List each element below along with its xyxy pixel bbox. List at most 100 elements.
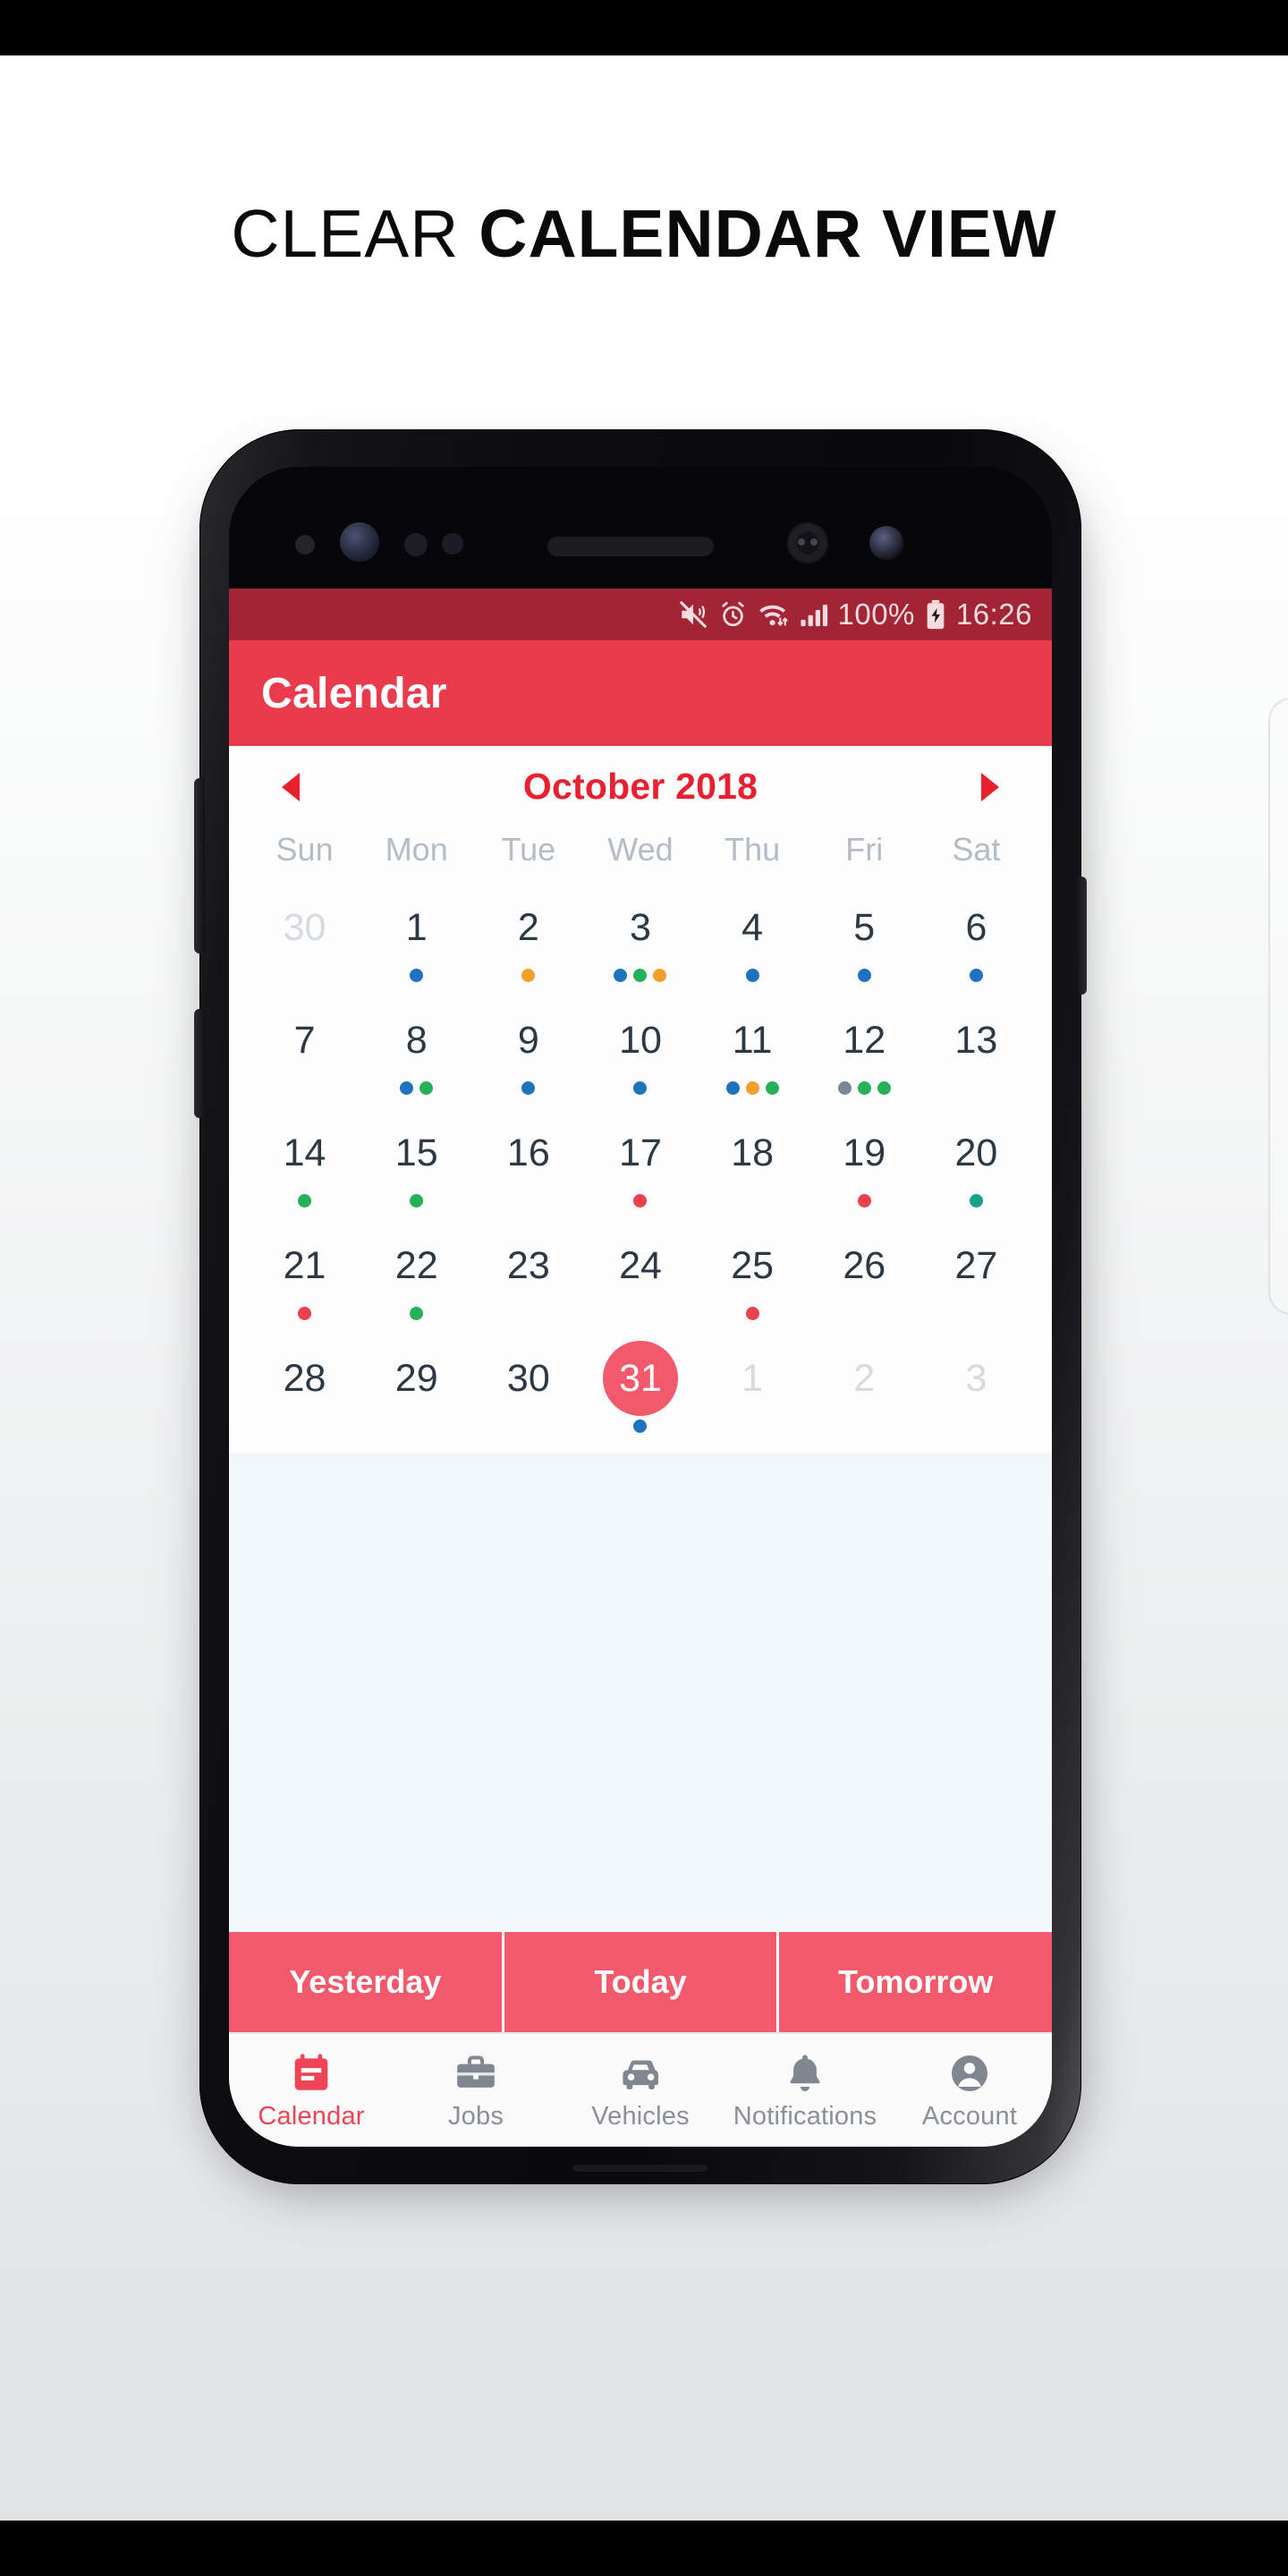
today-button[interactable]: Today — [504, 1932, 780, 2032]
day-cell[interactable]: 20 — [920, 1106, 1032, 1216]
nav-label-calendar: Calendar — [258, 2101, 365, 2131]
nav-item-notifications[interactable]: Notifications — [723, 2034, 887, 2147]
nav-item-account[interactable]: Account — [887, 2034, 1052, 2147]
event-dot-green — [410, 1193, 424, 1208]
day-cell[interactable]: 12 — [809, 994, 920, 1103]
volume-button[interactable] — [194, 778, 205, 953]
day-cell[interactable]: 10 — [584, 994, 696, 1103]
day-number: 16 — [506, 1131, 550, 1174]
day-cell[interactable]: 14 — [249, 1106, 360, 1216]
day-cell[interactable]: 21 — [249, 1219, 360, 1328]
day-number: 3 — [965, 1356, 987, 1400]
tomorrow-button[interactable]: Tomorrow — [779, 1932, 1052, 2032]
day-cell[interactable]: 11 — [697, 994, 809, 1103]
day-cell[interactable]: 7 — [249, 994, 360, 1103]
nav-item-calendar[interactable]: Calendar — [229, 2034, 394, 2147]
day-number: 5 — [853, 905, 876, 949]
event-dots — [969, 967, 983, 983]
event-dot-green — [419, 1080, 434, 1095]
event-dot-blue — [857, 968, 871, 982]
event-dot-red — [298, 1306, 312, 1320]
day-cell[interactable]: 30 — [249, 881, 360, 990]
event-dot-green — [633, 968, 648, 982]
event-dots — [400, 1080, 434, 1096]
event-dot-blue — [969, 968, 983, 982]
day-cell[interactable]: 19 — [809, 1106, 920, 1216]
day-cell[interactable]: 17 — [584, 1106, 696, 1216]
prev-month-button[interactable] — [270, 767, 311, 808]
day-cell[interactable]: 27 — [920, 1219, 1032, 1328]
day-cell[interactable]: 31 — [584, 1332, 696, 1441]
event-dot-orange — [521, 968, 536, 982]
day-cell[interactable]: 30 — [472, 1332, 584, 1441]
day-cell[interactable]: 4 — [697, 881, 809, 990]
day-cell[interactable]: 28 — [249, 1332, 360, 1441]
day-cell[interactable]: 15 — [360, 1106, 472, 1216]
page-title-bold: CALENDAR VIEW — [479, 196, 1057, 271]
status-bar: 100% 16:26 — [229, 589, 1052, 640]
weekday-label-fri: Fri — [845, 831, 884, 868]
day-number: 3 — [630, 905, 651, 949]
event-dot-blue — [725, 1080, 740, 1095]
day-cell[interactable]: 22 — [360, 1219, 472, 1328]
event-dots — [298, 1192, 312, 1208]
calendar-icon — [289, 2050, 334, 2097]
event-dot-green — [298, 1193, 312, 1208]
front-camera-icon — [869, 526, 903, 560]
event-dots — [410, 1192, 424, 1208]
day-cell[interactable]: 6 — [920, 881, 1032, 990]
iris-sensor-icon — [340, 522, 379, 562]
day-cell[interactable]: 29 — [360, 1332, 472, 1441]
day-number: 30 — [283, 905, 326, 949]
day-cell[interactable]: 23 — [472, 1219, 584, 1328]
day-cell[interactable]: 3 — [584, 881, 696, 990]
event-dot-green — [877, 1080, 891, 1095]
event-dot-blue — [745, 968, 759, 982]
next-month-button[interactable] — [970, 767, 1011, 808]
event-dots — [633, 1080, 648, 1096]
day-number: 29 — [394, 1356, 438, 1400]
event-dots — [633, 1192, 648, 1208]
day-number: 6 — [965, 905, 987, 949]
nav-item-jobs[interactable]: Jobs — [394, 2034, 558, 2147]
power-button[interactable] — [1076, 877, 1087, 995]
calendar-days-grid: 30 1 2 3 4 5 6 7 8 9 10 11 12 13 14 15 16 17 18 19 20 21 22 23 2… — [229, 876, 1052, 1445]
event-dot-blue — [410, 968, 424, 982]
event-dot-blue — [633, 1080, 648, 1095]
day-cell[interactable]: 2 — [472, 881, 584, 990]
day-number: 1 — [405, 905, 428, 949]
day-cell[interactable]: 1 — [360, 881, 472, 990]
day-cell[interactable]: 18 — [697, 1106, 809, 1216]
event-dot-red — [857, 1193, 871, 1208]
day-cell[interactable]: 1 — [697, 1332, 809, 1441]
nav-label-notifications: Notifications — [733, 2101, 877, 2131]
day-number: 26 — [843, 1243, 886, 1287]
sensor-icon — [442, 533, 463, 555]
event-dot-green — [857, 1080, 871, 1095]
account-icon — [947, 2050, 992, 2097]
day-cell[interactable]: 26 — [809, 1219, 920, 1328]
calendar-widget: October 2018 Sun Mon Tue Wed Thu Fri Sat 30 1 2 3… — [229, 746, 1052, 1453]
day-cell[interactable]: 2 — [809, 1332, 920, 1441]
day-cell[interactable]: 16 — [472, 1106, 584, 1216]
phone-mockup: 100% 16:26 Calendar October 2018 Sun Mon… — [183, 429, 1105, 2209]
bixby-button[interactable] — [194, 1009, 205, 1118]
event-dots — [837, 1080, 891, 1096]
day-number: 28 — [283, 1356, 326, 1400]
phone-screen: 100% 16:26 Calendar October 2018 Sun Mon… — [229, 467, 1052, 2147]
yesterday-button[interactable]: Yesterday — [229, 1932, 504, 2032]
event-dot-red — [633, 1193, 648, 1208]
day-cell[interactable]: 24 — [584, 1219, 696, 1328]
event-dots — [745, 967, 759, 983]
day-cell[interactable]: 3 — [920, 1332, 1032, 1441]
event-dots — [969, 1192, 983, 1208]
day-cell[interactable]: 13 — [920, 994, 1032, 1103]
day-cell[interactable]: 8 — [360, 994, 472, 1103]
day-cell[interactable]: 25 — [697, 1219, 809, 1328]
alarm-icon — [718, 600, 748, 630]
event-dots — [614, 967, 667, 983]
day-cell[interactable]: 5 — [809, 881, 920, 990]
day-cell[interactable]: 9 — [472, 994, 584, 1103]
nav-item-vehicles[interactable]: Vehicles — [558, 2034, 723, 2147]
nav-label-jobs: Jobs — [447, 2101, 504, 2131]
